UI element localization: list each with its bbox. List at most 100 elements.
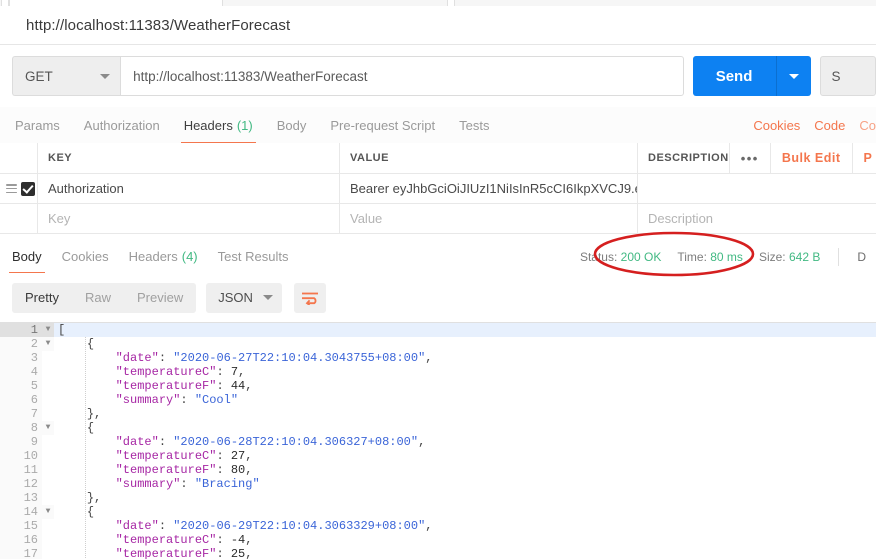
- drag-handle-icon[interactable]: [6, 184, 17, 193]
- table-row-empty[interactable]: Key Value Description: [0, 204, 876, 234]
- response-tab-test-results[interactable]: Test Results: [208, 240, 299, 273]
- download-response-button[interactable]: D: [857, 250, 866, 264]
- request-builder-row: GET http://localhost:11383/WeatherForeca…: [0, 45, 876, 107]
- tab-label: Tests: [459, 117, 490, 133]
- row-gutter: [0, 174, 38, 203]
- response-body-editor[interactable]: 1 ▼[2 ▼ {3 "date": "2020-06-27T22:10:04.30…: [0, 322, 876, 559]
- bulk-edit-button[interactable]: Bulk Edit: [769, 143, 852, 173]
- header-key-input[interactable]: Authorization: [38, 174, 340, 203]
- code-line[interactable]: 11 "temperatureF": 80,: [0, 463, 876, 477]
- fold-triangle-icon[interactable]: ▼: [42, 421, 54, 435]
- url-input[interactable]: http://localhost:11383/WeatherForecast: [120, 56, 684, 96]
- code-line[interactable]: 15 "date": "2020-06-29T22:10:04.3063329+…: [0, 519, 876, 533]
- fold-triangle-icon[interactable]: ▼: [42, 323, 54, 337]
- code-line[interactable]: 10 "temperatureC": 27,: [0, 449, 876, 463]
- tab-pre-request-script[interactable]: Pre-request Script: [318, 107, 447, 143]
- comments-link[interactable]: Co: [859, 118, 876, 133]
- headers-table: KEY VALUE DESCRIPTION ••• Bulk Edit P Au…: [0, 143, 876, 234]
- time-value: 80 ms: [710, 249, 743, 264]
- http-method-label: GET: [25, 68, 53, 84]
- code-text: "date": "2020-06-28T22:10:04.306327+08:0…: [115, 435, 426, 449]
- word-wrap-toggle[interactable]: [293, 282, 326, 313]
- tab-label: Test Results: [217, 249, 289, 264]
- code-line[interactable]: 6 "summary": "Cool": [0, 393, 876, 407]
- new-header-key-input[interactable]: Key: [38, 204, 340, 233]
- headers-table-actions: ••• Bulk Edit P: [728, 143, 876, 173]
- code-line[interactable]: 16 "temperatureC": -4,: [0, 533, 876, 547]
- fold-triangle-icon[interactable]: ▼: [42, 505, 54, 519]
- header-gutter-cell: [0, 143, 38, 173]
- code-line[interactable]: 8 ▼ {: [0, 421, 876, 435]
- size-label: Size:: [758, 249, 786, 264]
- code-line-list: 1 ▼[2 ▼ {3 "date": "2020-06-27T22:10:04.30…: [0, 323, 876, 559]
- code-line[interactable]: 2 ▼ {: [0, 337, 876, 351]
- code-text: "date": "2020-06-27T22:10:04.3043755+08:…: [115, 351, 433, 365]
- code-text: {: [86, 505, 95, 519]
- response-tab-body[interactable]: Body: [2, 240, 52, 274]
- response-tab-headers[interactable]: Headers (4): [119, 240, 208, 273]
- status-label: Status:: [579, 249, 618, 264]
- request-title-bar: http://localhost:11383/WeatherForecast: [0, 6, 876, 45]
- code-line[interactable]: 17 "temperatureF": 25,: [0, 547, 876, 559]
- status-value: 200 OK: [620, 249, 662, 264]
- header-value-input[interactable]: Bearer eyJhbGciOiJIUzI1NiIsInR5cCI6IkpXV…: [340, 174, 638, 203]
- view-mode-preview[interactable]: Preview: [124, 283, 196, 313]
- table-row[interactable]: Authorization Bearer eyJhbGciOiJIUzI1NiI…: [0, 174, 876, 204]
- code-line[interactable]: 14 ▼ {: [0, 505, 876, 519]
- code-line[interactable]: 4 "temperatureC": 7,: [0, 365, 876, 379]
- chevron-down-icon: [262, 295, 273, 300]
- code-line[interactable]: 3 "date": "2020-06-27T22:10:04.3043755+0…: [0, 351, 876, 365]
- line-number: 7: [0, 407, 42, 421]
- row-gutter: [0, 204, 38, 233]
- header-description-input[interactable]: [638, 174, 876, 203]
- row-enabled-checkbox[interactable]: [21, 181, 35, 196]
- tab-label: Headers: [183, 117, 233, 133]
- code-link[interactable]: Code: [814, 118, 845, 133]
- tab-body[interactable]: Body: [265, 107, 319, 143]
- line-number: 4: [0, 365, 42, 379]
- line-number: 12: [0, 477, 42, 491]
- view-mode-raw[interactable]: Raw: [72, 283, 124, 313]
- tab-params[interactable]: Params: [3, 107, 72, 143]
- code-line[interactable]: 5 "temperatureF": 44,: [0, 379, 876, 393]
- send-options-button[interactable]: [776, 56, 811, 96]
- response-meta: Status: 200 OK Time: 80 ms Size: 642 B D: [580, 240, 876, 273]
- new-header-value-input[interactable]: Value: [340, 204, 638, 233]
- code-line[interactable]: 1 ▼ [: [0, 323, 876, 337]
- column-header-key: KEY: [38, 143, 340, 173]
- tab-headers[interactable]: Headers (1): [172, 107, 265, 144]
- line-number: 8: [0, 421, 42, 435]
- code-text: [: [58, 323, 66, 337]
- tab-label: Headers: [128, 249, 178, 264]
- code-text: },: [86, 407, 102, 421]
- tab-count-badge: (1): [236, 117, 253, 133]
- code-line[interactable]: 13 },: [0, 491, 876, 505]
- fold-triangle-icon[interactable]: ▼: [42, 337, 54, 351]
- line-number: 16: [0, 533, 42, 547]
- line-number: 13: [0, 491, 42, 505]
- line-number: 17: [0, 547, 42, 559]
- new-header-description-input[interactable]: Description: [638, 204, 876, 233]
- http-method-select[interactable]: GET: [12, 56, 121, 96]
- status-badge: Status: 200 OK: [580, 250, 661, 264]
- code-text: "temperatureC": 27,: [115, 449, 253, 463]
- size-value: 642 B: [788, 249, 821, 264]
- save-button[interactable]: S: [819, 56, 876, 96]
- code-line[interactable]: 9 "date": "2020-06-28T22:10:04.306327+08…: [0, 435, 876, 449]
- code-line[interactable]: 7 },: [0, 407, 876, 421]
- request-tabs: Params Authorization Headers (1) Body Pr…: [0, 107, 876, 144]
- line-number: 9: [0, 435, 42, 449]
- view-mode-pretty[interactable]: Pretty: [12, 283, 72, 313]
- tab-tests[interactable]: Tests: [447, 107, 501, 143]
- response-format-select[interactable]: JSON: [206, 282, 282, 313]
- more-options-icon[interactable]: •••: [728, 143, 770, 173]
- response-tab-cookies[interactable]: Cookies: [52, 240, 119, 273]
- tab-authorization[interactable]: Authorization: [72, 107, 172, 143]
- tab-label: Cookies: [61, 249, 109, 264]
- line-number: 6: [0, 393, 42, 407]
- code-line[interactable]: 12 "summary": "Bracing": [0, 477, 876, 491]
- send-button[interactable]: Send: [692, 56, 777, 96]
- cookies-link[interactable]: Cookies: [753, 118, 800, 133]
- presets-button[interactable]: P: [851, 143, 876, 173]
- line-number: 5: [0, 379, 42, 393]
